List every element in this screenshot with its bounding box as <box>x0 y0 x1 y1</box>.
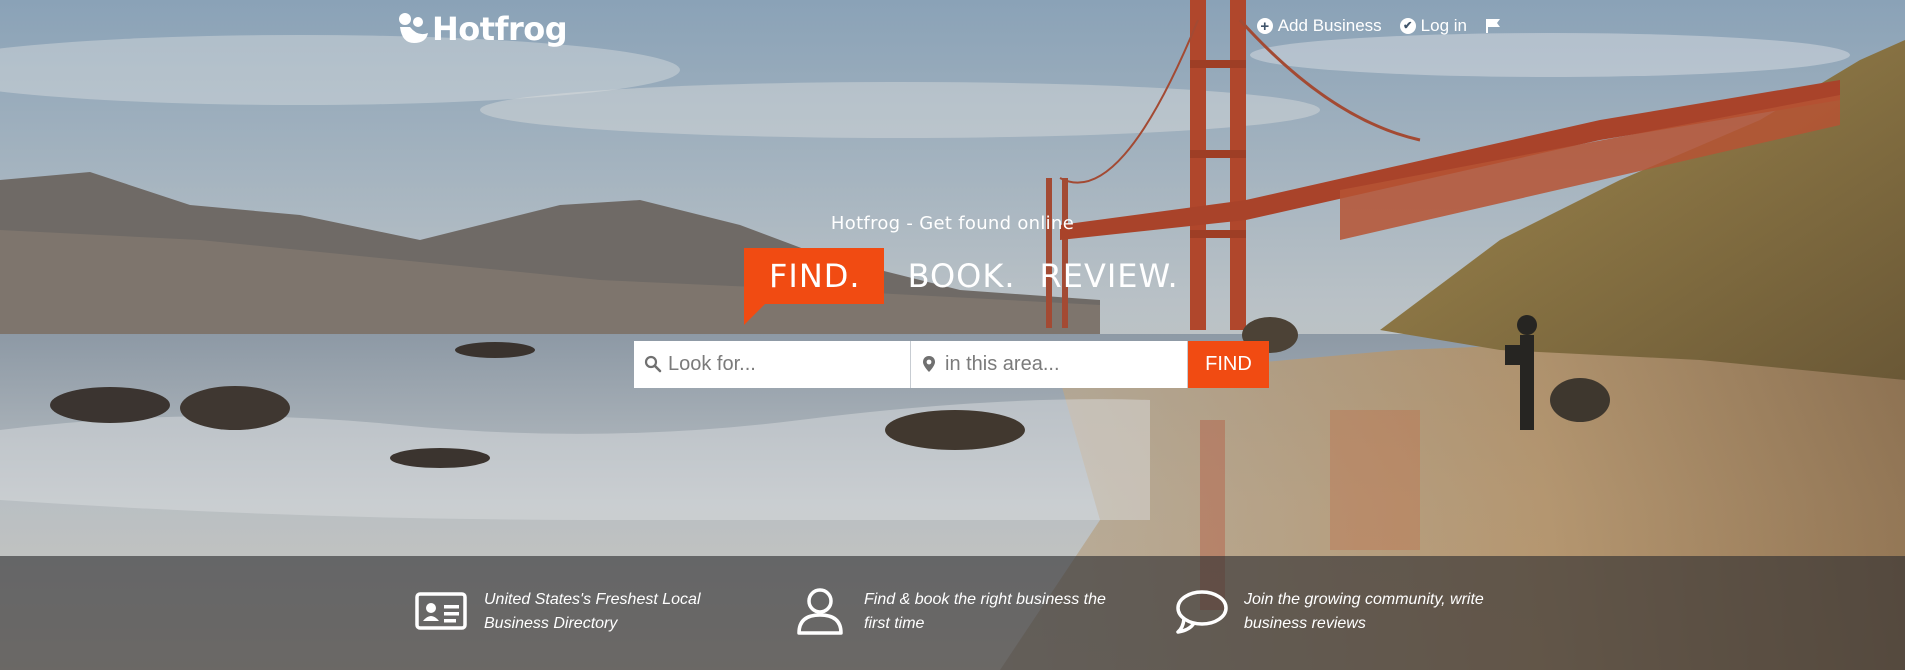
features-strip: United States's Freshest Local Business … <box>0 556 1905 670</box>
headline-word-book: BOOK. <box>907 256 1016 295</box>
where-field <box>911 340 1188 389</box>
chevron-down-circle-icon: ✔ <box>1399 18 1416 34</box>
brand-name: Hotfrog <box>432 10 568 48</box>
what-field <box>634 340 911 389</box>
hero-tagline: Hotfrog - Get found online <box>830 213 1075 234</box>
feature-community-text: Join the growing community, write busine… <box>1244 591 1484 632</box>
login-label: Log in <box>1420 16 1467 35</box>
feature-directory-text: United States's Freshest Local Business … <box>484 591 701 632</box>
search-icon <box>644 355 662 373</box>
feature-community: Join the growing community, write busine… <box>1174 586 1494 636</box>
add-business-link[interactable]: + Add Business <box>1256 16 1382 36</box>
find-button[interactable]: FIND <box>1188 341 1269 388</box>
hotfrog-logo[interactable]: Hotfrog <box>396 8 568 50</box>
id-card-icon <box>415 592 467 630</box>
feature-find-book: Find & book the right business the first… <box>794 586 1114 636</box>
look-for-input[interactable] <box>634 340 910 389</box>
flag-icon <box>1486 19 1500 33</box>
feature-find-book-text: Find & book the right business the first… <box>864 591 1106 632</box>
headline-find: FIND. <box>744 248 884 325</box>
user-icon <box>797 588 843 635</box>
headline-review: REVIEW. <box>1016 248 1179 304</box>
headline-word-review: REVIEW. <box>1039 256 1179 295</box>
plus-circle-icon: + <box>1256 18 1273 34</box>
top-navigation: + Add Business ✔ Log in <box>1256 16 1501 36</box>
headline-book: BOOK. <box>884 248 1016 304</box>
map-pin-icon <box>923 356 935 372</box>
add-business-label: Add Business <box>1277 16 1382 35</box>
hero-headline: FIND. BOOK. REVIEW. <box>744 248 1179 325</box>
login-link[interactable]: ✔ Log in <box>1399 16 1467 36</box>
headline-word-find: FIND. <box>769 256 861 295</box>
feature-directory: United States's Freshest Local Business … <box>414 586 734 636</box>
country-flag-button[interactable] <box>1485 18 1501 34</box>
frog-logo-icon <box>399 13 428 43</box>
hero-section: Hotfrog + Add Business ✔ Log in Hotfrog … <box>0 0 1905 670</box>
location-input[interactable] <box>911 340 1187 389</box>
search-form: FIND <box>634 340 1269 389</box>
speech-bubble-icon <box>1176 590 1228 634</box>
